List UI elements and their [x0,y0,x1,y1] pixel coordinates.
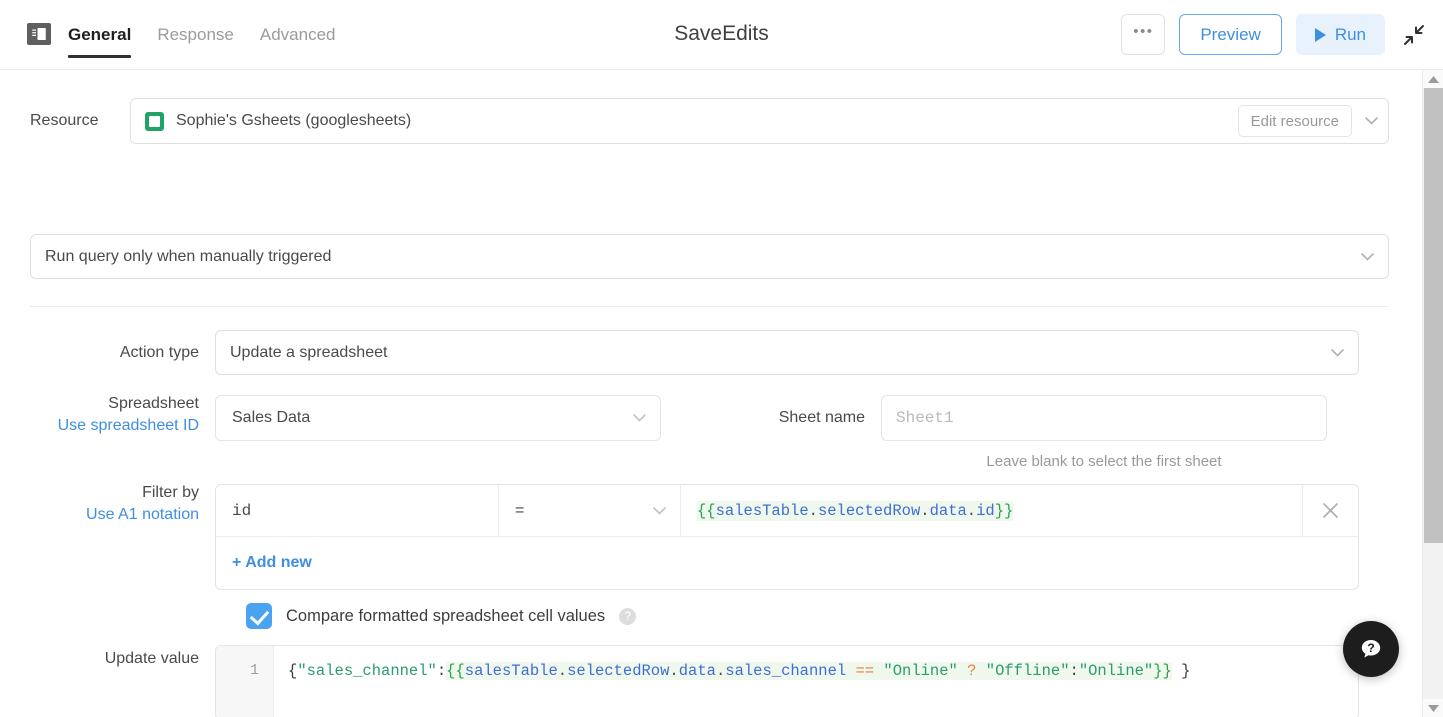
filter-value-input[interactable]: {{salesTable.selectedRow.data.id}} [681,485,1302,536]
resource-label: Resource [30,112,130,130]
svg-text:?: ? [1367,641,1374,655]
google-sheets-icon [145,112,164,131]
spreadsheet-row: Spreadsheet Use spreadsheet ID Sales Dat… [0,395,1422,470]
play-icon [1315,28,1326,42]
filter-operator-select[interactable]: = [499,485,681,536]
resource-name: Sophie's Gsheets (googlesheets) [176,112,1238,130]
tab-general[interactable]: General [68,0,131,70]
chevron-down-icon[interactable] [630,414,648,422]
sheet-name-placeholder: Sheet1 [896,409,954,427]
spreadsheet-label: Spreadsheet [108,395,199,413]
run-button-label: Run [1335,25,1366,45]
chevron-down-icon[interactable] [1328,349,1346,357]
sheet-name-input[interactable]: Sheet1 [881,395,1327,441]
filter-operator-value: = [515,502,524,520]
editor-code-line[interactable]: {"sales_channel":{{salesTable.selectedRo… [274,646,1358,717]
chevron-down-icon[interactable] [1358,253,1376,261]
edit-resource-button[interactable]: Edit resource [1238,105,1352,137]
filter-label-group: Filter by Use A1 notation [0,484,215,524]
preview-button[interactable]: Preview [1179,14,1281,55]
scrollbar-thumb[interactable] [1424,88,1443,543]
tab-advanced[interactable]: Advanced [260,0,336,70]
help-chat-button[interactable]: ? [1343,621,1399,677]
sheet-name-label: Sheet name [661,395,881,441]
filter-condition-row: id = {{salesTable.selectedRow.data.id}} [216,485,1358,537]
compare-values-row: Compare formatted spreadsheet cell value… [246,603,636,629]
compare-values-label: Compare formatted spreadsheet cell value… [286,607,605,626]
use-spreadsheet-id-link[interactable]: Use spreadsheet ID [58,417,199,435]
filter-add-row: + Add new [216,537,1358,589]
tab-response[interactable]: Response [157,0,234,70]
chevron-down-icon[interactable] [650,507,668,515]
action-type-select[interactable]: Update a spreadsheet [215,330,1359,375]
compare-values-checkbox[interactable] [246,603,272,629]
action-type-value: Update a spreadsheet [230,344,1318,362]
chat-question-icon: ? [1356,634,1386,664]
section-divider [30,306,1389,307]
editor-header: General Response Advanced SaveEdits ••• … [0,0,1443,70]
update-value-row: Update value 1 {"sales_channel":{{salesT… [0,645,1422,717]
filter-key-input[interactable]: id [216,485,499,536]
add-new-filter-button[interactable]: + Add new [232,554,312,572]
vertical-scrollbar[interactable] [1422,70,1443,717]
use-a1-notation-link[interactable]: Use A1 notation [86,506,199,524]
panel-layout-glyph [30,23,48,45]
chevron-down-icon[interactable] [1362,117,1380,125]
sheet-name-hint: Leave blank to select the first sheet [881,453,1327,470]
filter-value-binding: {{salesTable.selectedRow.data.id}} [697,501,1013,521]
caret-up-icon[interactable] [1423,70,1443,88]
run-button[interactable]: Run [1296,14,1385,55]
spreadsheet-label-group: Spreadsheet Use spreadsheet ID [0,395,215,435]
question-mark-icon[interactable]: ? [619,608,636,625]
spreadsheet-select[interactable]: Sales Data [215,395,661,441]
more-options-button[interactable]: ••• [1121,14,1165,55]
resource-row: Resource Sophie's Gsheets (googlesheets)… [0,98,1422,144]
editor-tabs: General Response Advanced [68,0,336,70]
trigger-mode-select[interactable]: Run query only when manually triggered [30,234,1389,279]
filter-label: Filter by [142,484,199,502]
collapse-arrows-icon[interactable] [1401,22,1427,48]
close-icon[interactable] [1302,485,1358,536]
filter-card: id = {{salesTable.selectedRow.data.id}} [215,484,1359,590]
action-type-label: Action type [0,344,215,362]
panel-layout-icon[interactable] [24,20,54,48]
action-type-row: Action type Update a spreadsheet [0,330,1422,375]
update-value-label: Update value [0,645,215,673]
query-editor-app: General Response Advanced SaveEdits ••• … [0,0,1443,717]
update-value-editor[interactable]: 1 {"sales_channel":{{salesTable.selected… [215,645,1359,717]
resource-selector[interactable]: Sophie's Gsheets (googlesheets) Edit res… [130,98,1389,144]
filter-row: Filter by Use A1 notation id = {{salesTa… [0,484,1422,590]
caret-down-icon[interactable] [1423,699,1443,717]
editor-gutter: 1 [216,646,274,717]
editor-body: Resource Sophie's Gsheets (googlesheets)… [0,70,1422,717]
spreadsheet-value: Sales Data [232,409,620,427]
header-actions: ••• Preview Run [1121,14,1427,55]
trigger-mode-value: Run query only when manually triggered [45,248,1348,266]
